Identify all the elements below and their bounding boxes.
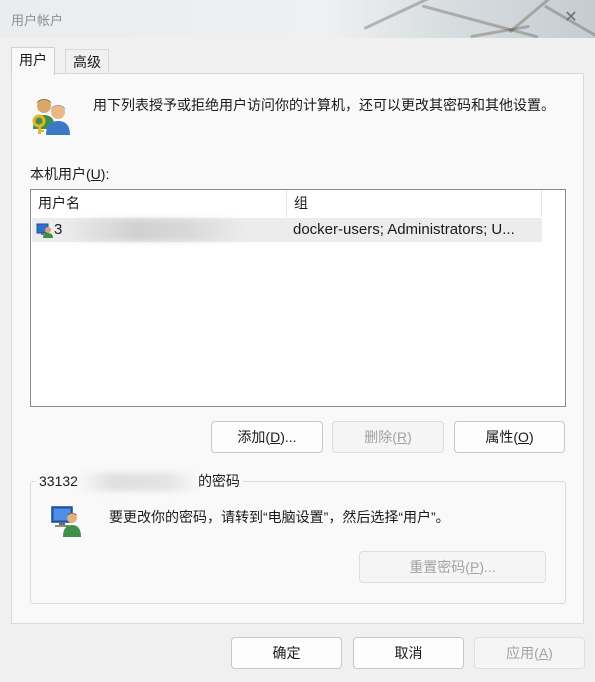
cancel-button[interactable]: 取消 bbox=[353, 637, 464, 669]
tab-advanced[interactable]: 高级 bbox=[65, 49, 109, 74]
table-row[interactable]: 3 docker-users; Administrators; U... bbox=[32, 218, 542, 242]
password-group-box bbox=[30, 481, 566, 604]
remove-user-button[interactable]: 删除(R) bbox=[332, 421, 444, 453]
local-users-label: 本机用户(U): bbox=[30, 166, 110, 182]
apply-button[interactable]: 应用(A) bbox=[474, 637, 585, 669]
user-icon bbox=[36, 223, 53, 238]
column-header-username[interactable]: 用户名 bbox=[31, 190, 287, 217]
redacted-username bbox=[64, 219, 244, 241]
row-username: 3 bbox=[54, 221, 63, 238]
tab-users[interactable]: 用户 bbox=[11, 47, 55, 75]
title-bar: 用户帐户 ✕ bbox=[0, 0, 595, 38]
users-listview[interactable]: 用户名 组 3 docker-users; Administrators; U.… bbox=[30, 189, 566, 407]
close-icon[interactable]: ✕ bbox=[561, 8, 581, 28]
ok-button[interactable]: 确定 bbox=[231, 637, 342, 669]
row-group: docker-users; Administrators; U... bbox=[293, 221, 515, 238]
intro-text: 用下列表授予或拒绝用户访问你的计算机，还可以更改其密码和其他设置。 bbox=[93, 97, 555, 113]
reset-password-button[interactable]: 重置密码(P)... bbox=[359, 551, 546, 583]
user-accounts-dialog: 用户帐户 ✕ 用户 高级 用下列表授予或拒绝用户访问你的计算机，还可以更改其密码… bbox=[0, 0, 595, 682]
password-group-caption: 33132 的密码 bbox=[36, 471, 243, 492]
user-icon bbox=[51, 506, 81, 537]
redacted-caption bbox=[77, 473, 198, 492]
properties-button[interactable]: 属性(O) bbox=[454, 421, 565, 453]
password-instructions: 要更改你的密码，请转到“电脑设置”，然后选择“用户”。 bbox=[109, 509, 450, 525]
window-title: 用户帐户 bbox=[11, 13, 64, 28]
add-user-button[interactable]: 添加(D)... bbox=[211, 421, 323, 453]
users-icon bbox=[32, 99, 70, 135]
column-header-group[interactable]: 组 bbox=[287, 190, 542, 217]
